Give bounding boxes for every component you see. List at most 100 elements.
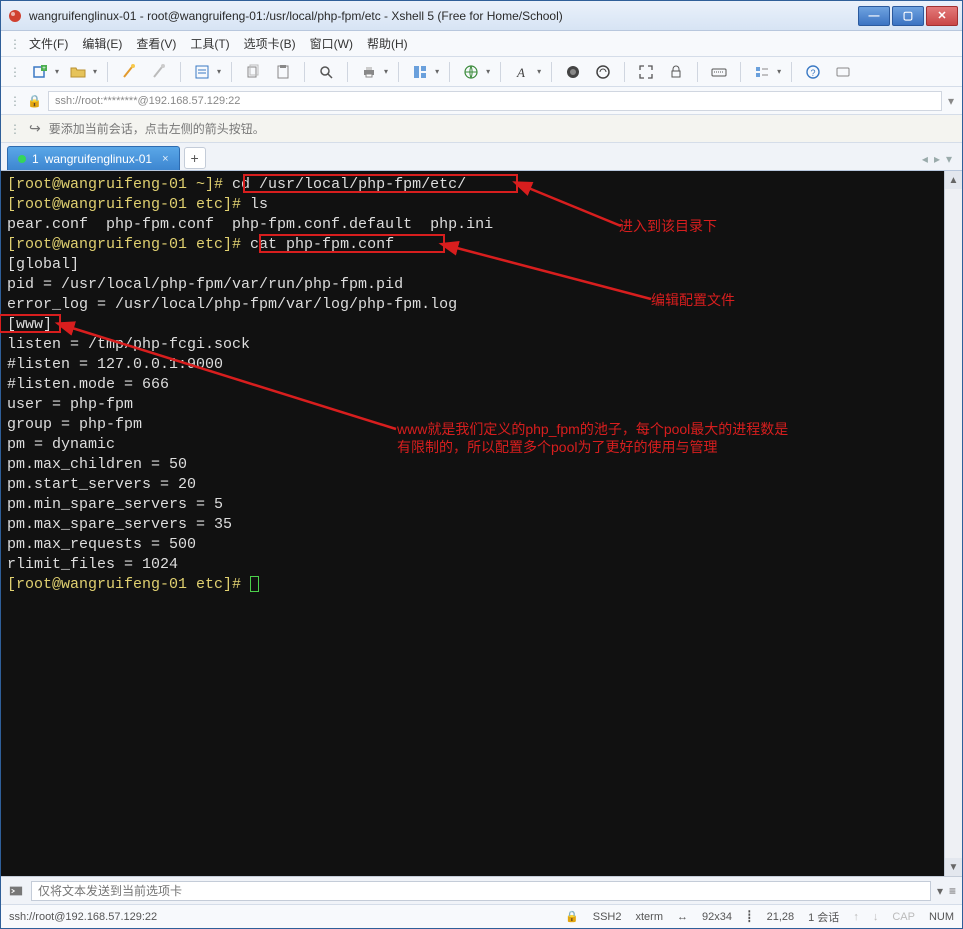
caret-icon[interactable]: ▾ xyxy=(384,67,388,76)
term-line: rlimit_files = 1024 xyxy=(7,556,178,573)
menu-help[interactable]: 帮助(H) xyxy=(367,35,408,52)
svg-text:A: A xyxy=(516,65,525,80)
grip-icon: ⋮ xyxy=(9,37,15,51)
copy-button[interactable] xyxy=(242,61,264,83)
menubar: ⋮ 文件(F) 编辑(E) 查看(V) 工具(T) 选项卡(B) 窗口(W) 帮… xyxy=(1,31,962,57)
tab-strip: 1 wangruifenglinux-01 × + ◂ ▸ ▾ xyxy=(1,143,962,171)
tab-next-icon[interactable]: ▸ xyxy=(934,152,940,166)
toolbar: ⋮ +▾ ▾ ▾ ▾ ▾ ▾ A▾ ▾ ? xyxy=(1,57,962,87)
fullscreen-button[interactable] xyxy=(635,61,657,83)
term-line: listen = /tmp/php-fcgi.sock xyxy=(7,336,250,353)
minimize-button[interactable]: — xyxy=(858,6,890,26)
print-button[interactable] xyxy=(358,61,380,83)
scroll-down-icon[interactable]: ▼ xyxy=(945,858,962,876)
hint-arrow-icon[interactable]: ↪ xyxy=(29,120,41,137)
terminal-scrollbar[interactable]: ▲ ▼ xyxy=(944,171,962,876)
tab-list-icon[interactable]: ▾ xyxy=(946,152,952,166)
address-bar: ⋮ 🔒 ssh://root:********@192.168.57.129:2… xyxy=(1,87,962,115)
separator xyxy=(697,62,698,82)
size-icon: ↔ xyxy=(677,911,688,923)
status-cursor: 21,28 xyxy=(767,911,795,923)
prompt: [root@wangruifeng-01 ~]# xyxy=(7,176,223,193)
quickcmd-button[interactable] xyxy=(832,61,854,83)
separator xyxy=(449,62,450,82)
find-button[interactable] xyxy=(315,61,337,83)
help-button[interactable]: ? xyxy=(802,61,824,83)
tab-index: 1 xyxy=(32,152,39,166)
status-cap: CAP xyxy=(892,911,915,923)
separator xyxy=(180,62,181,82)
caret-icon[interactable]: ▾ xyxy=(948,94,954,108)
paste-button[interactable] xyxy=(272,61,294,83)
term-line: pm.max_requests = 500 xyxy=(7,536,196,553)
menu-view[interactable]: 查看(V) xyxy=(136,35,176,52)
separator xyxy=(791,62,792,82)
font-button[interactable]: A xyxy=(511,61,533,83)
separator xyxy=(500,62,501,82)
term-line: [www] xyxy=(7,316,52,333)
annotation-text: www就是我们定义的php_fpm的池子，每个pool最大的进程数是 有限制的，… xyxy=(397,420,827,456)
send-input[interactable] xyxy=(31,881,931,901)
caret-icon[interactable]: ▾ xyxy=(486,67,490,76)
encoding-button[interactable] xyxy=(460,61,482,83)
separator xyxy=(231,62,232,82)
session-tab[interactable]: 1 wangruifenglinux-01 × xyxy=(7,146,180,170)
layout-button[interactable] xyxy=(409,61,431,83)
status-ssh: SSH2 xyxy=(593,911,622,923)
send-icon[interactable] xyxy=(7,882,25,900)
keyboard-button[interactable] xyxy=(708,61,730,83)
properties-button[interactable] xyxy=(191,61,213,83)
separator xyxy=(624,62,625,82)
disconnect-button[interactable] xyxy=(148,61,170,83)
menu-tools[interactable]: 工具(T) xyxy=(190,35,229,52)
separator xyxy=(304,62,305,82)
maximize-button[interactable]: ▢ xyxy=(892,6,924,26)
caret-icon[interactable]: ▾ xyxy=(777,67,781,76)
caret-icon[interactable]: ▾ xyxy=(55,67,59,76)
terminal[interactable]: [root@wangruifeng-01 ~]# cd /usr/local/p… xyxy=(1,171,944,876)
menu-window[interactable]: 窗口(W) xyxy=(310,35,353,52)
xagent-button[interactable] xyxy=(562,61,584,83)
send-menu-icon[interactable]: ≡ xyxy=(949,884,956,898)
separator xyxy=(551,62,552,82)
term-line: #listen = 127.0.0.1:9000 xyxy=(7,356,223,373)
caret-icon[interactable]: ▾ xyxy=(93,67,97,76)
menu-tabs[interactable]: 选项卡(B) xyxy=(244,35,296,52)
address-input[interactable]: ssh://root:********@192.168.57.129:22 xyxy=(48,91,942,111)
tab-close-icon[interactable]: × xyxy=(162,153,168,165)
scroll-up-icon[interactable]: ▲ xyxy=(945,171,962,189)
window-controls: — ▢ ✕ xyxy=(856,6,958,26)
reconnect-button[interactable] xyxy=(118,61,140,83)
row-down-icon[interactable]: ↓ xyxy=(873,911,879,923)
send-bar: ▾ ≡ xyxy=(1,876,962,904)
grip-icon: ⋮ xyxy=(9,94,21,108)
lock-button[interactable] xyxy=(665,61,687,83)
status-sessions: 1 会话 xyxy=(808,909,839,925)
term-line: cd /usr/local/php-fpm/etc/ xyxy=(223,176,466,193)
separator xyxy=(740,62,741,82)
tab-prev-icon[interactable]: ◂ xyxy=(922,152,928,166)
open-button[interactable] xyxy=(67,61,89,83)
app-icon xyxy=(7,8,23,24)
term-line: pm.min_spare_servers = 5 xyxy=(7,496,223,513)
caret-icon[interactable]: ▾ xyxy=(435,67,439,76)
menu-edit[interactable]: 编辑(E) xyxy=(82,35,122,52)
grip-icon: ⋮ xyxy=(9,122,21,136)
new-session-button[interactable]: + xyxy=(29,61,51,83)
row-up-icon[interactable]: ↑ xyxy=(853,911,859,923)
hint-bar: ⋮ ↪ 要添加当前会话，点击左侧的箭头按钮。 xyxy=(1,115,962,143)
term-line: pear.conf php-fpm.conf php-fpm.conf.defa… xyxy=(7,216,493,233)
add-tab-button[interactable]: + xyxy=(184,147,206,169)
view-mode-button[interactable] xyxy=(751,61,773,83)
caret-icon[interactable]: ▾ xyxy=(537,67,541,76)
caret-icon[interactable]: ▾ xyxy=(217,67,221,76)
term-line: cat php-fpm.conf xyxy=(241,236,394,253)
close-button[interactable]: ✕ xyxy=(926,6,958,26)
xftp-button[interactable] xyxy=(592,61,614,83)
term-line: user = php-fpm xyxy=(7,396,133,413)
send-caret-icon[interactable]: ▾ xyxy=(937,884,943,898)
menu-file[interactable]: 文件(F) xyxy=(29,35,68,52)
term-line: error_log = /usr/local/php-fpm/var/log/p… xyxy=(7,296,457,313)
svg-text:?: ? xyxy=(811,68,816,78)
term-line: pid = /usr/local/php-fpm/var/run/php-fpm… xyxy=(7,276,403,293)
